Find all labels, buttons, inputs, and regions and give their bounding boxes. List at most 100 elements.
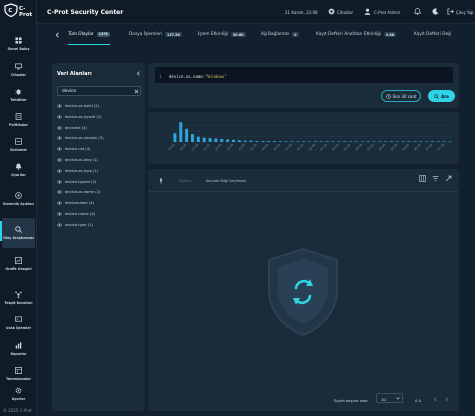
histogram-bar[interactable] [360,141,364,142]
query-editor[interactable]: 1 device.os.name:"Windows" [155,67,453,83]
eye-icon[interactable] [57,147,62,151]
histogram-bar[interactable] [413,141,417,142]
tab-registry-key-activity[interactable]: Kayıt Defteri Anahtarı Etkinliği 0.8K [316,24,397,45]
sidebar-item-devices[interactable]: Cihazlar [2,57,35,83]
histogram-bar[interactable] [226,139,230,142]
histogram-bar[interactable] [349,141,353,142]
tab-process-activity[interactable]: İşlem Etkinliği 30.6K [198,24,246,45]
tab-file-operations[interactable]: Dosya İşlemleri 137.5K [129,24,183,45]
histogram-bar[interactable] [343,141,347,142]
histogram-bar[interactable] [196,136,200,142]
column-header-time[interactable]: Zaman [179,179,192,183]
eye-icon[interactable] [57,126,62,130]
close-icon[interactable] [134,89,139,94]
field-list-item[interactable]: device.os.typeid (2) [57,113,102,121]
eye-icon[interactable] [57,136,62,140]
sidebar-item-detection-rules[interactable]: Tespit Kuralları [2,283,35,313]
field-list-item[interactable]: device.os.type (1) [57,167,98,175]
chevron-left-icon[interactable] [136,71,141,76]
histogram-bar[interactable] [313,141,317,142]
histogram-bar[interactable] [296,141,300,142]
rows-per-page-select[interactable]: 10 [376,393,403,403]
histogram-bar[interactable] [284,141,288,142]
sidebar-item-policies[interactable]: Politikalar [2,107,35,133]
field-list-item[interactable]: device.typeid (2) [57,178,96,186]
histogram-bar[interactable] [378,141,382,142]
next-page-icon[interactable] [444,397,449,402]
histogram-bar[interactable] [425,141,429,142]
sidebar-item-event-investigation[interactable]: Olay Araştırması [0,218,35,248]
histogram-bar[interactable] [278,141,282,142]
histogram-bar[interactable] [372,141,376,142]
histogram-bar[interactable] [337,141,341,142]
tab-all-events[interactable]: Tüm Olaylar 147K [68,24,111,45]
field-list-item[interactable]: deviceid (4) [57,124,87,132]
field-list-item[interactable]: device.os.version (3) [57,134,104,142]
search-button[interactable]: Ara [428,90,455,102]
field-list-item[interactable]: device.os.build (2) [57,102,99,110]
sidebar-item-vulnerabilities[interactable]: Güvenlik Açıkları [2,184,35,214]
histogram-bar[interactable] [308,141,312,142]
histogram-bar[interactable] [267,141,271,142]
histogram-bar[interactable] [232,139,235,142]
histogram-bar[interactable] [390,141,393,142]
theme-toggle-icon[interactable] [432,8,439,15]
sidebar-item-alerts[interactable]: Uyarılar [2,157,35,183]
histogram-bar[interactable] [243,140,247,142]
field-list-item[interactable]: devicename (4) [57,199,94,207]
histogram-bar[interactable] [208,138,212,142]
eye-icon[interactable] [57,212,62,216]
eye-icon[interactable] [57,180,62,184]
histogram-bar[interactable] [407,141,411,142]
histogram-bar[interactable] [384,141,388,142]
eye-icon[interactable] [57,201,62,205]
field-search-input[interactable]: device [57,86,141,96]
histogram-bar[interactable] [272,141,276,142]
histogram-bar[interactable] [401,141,405,142]
sidebar-item-remote-operations[interactable]: Uzak İşlemler [2,310,35,336]
field-list-item[interactable]: device.uid (4) [57,145,90,153]
user-menu[interactable]: C-Prot Admin [374,10,400,15]
user-icon[interactable] [364,8,371,15]
notification-bell-icon[interactable] [414,8,421,15]
filter-icon[interactable] [432,175,439,182]
histogram-bar[interactable] [202,137,206,142]
histogram-bar[interactable] [185,128,189,142]
histogram-bar[interactable] [214,138,218,142]
eye-icon[interactable] [57,158,62,162]
devices-header-icon[interactable] [328,8,335,15]
histogram-bar[interactable] [419,141,423,142]
sidebar-item-threats[interactable]: Tehditler [2,82,35,108]
eye-icon[interactable] [57,190,62,194]
histogram-bar[interactable] [179,122,183,142]
histogram-bar[interactable] [442,141,446,142]
histogram-bar[interactable] [431,141,434,142]
eye-icon[interactable] [57,223,62,227]
columns-icon[interactable] [419,175,426,182]
devices-link[interactable]: Cihazlar [337,10,353,15]
histogram-bar[interactable] [366,141,370,142]
field-list-item[interactable]: device.name (4) [57,210,95,218]
expand-icon[interactable] [445,175,452,182]
tab-network-connection[interactable]: Ağ Bağlantısı 0 [261,24,299,45]
histogram-bar[interactable] [237,140,241,142]
pin-icon[interactable] [159,178,163,184]
histogram-bar[interactable] [436,141,440,142]
eye-icon[interactable] [57,169,62,173]
sidebar-item-reports[interactable]: Raporlar [2,336,35,362]
sidebar-item-versions[interactable]: Sürümler [2,132,35,158]
logout-link[interactable]: Çıkış Yap [456,10,474,15]
field-list-item[interactable]: device.os.name (2) [57,188,101,196]
eye-icon[interactable] [57,104,62,108]
histogram-bar[interactable] [395,141,399,142]
histogram-bar[interactable] [319,141,323,142]
tab-registry-value[interactable]: Kayıt Defteri Değ [414,24,458,45]
histogram-bar[interactable] [191,134,194,142]
histogram-bar[interactable] [448,141,452,142]
histogram-bar[interactable] [354,141,358,142]
histogram-bar[interactable] [302,141,306,142]
histogram-bar[interactable] [173,133,177,142]
sidebar-item-settings[interactable]: Ayarlar [2,381,35,407]
histogram-bar[interactable] [331,141,335,142]
histogram-bar[interactable] [220,138,224,142]
